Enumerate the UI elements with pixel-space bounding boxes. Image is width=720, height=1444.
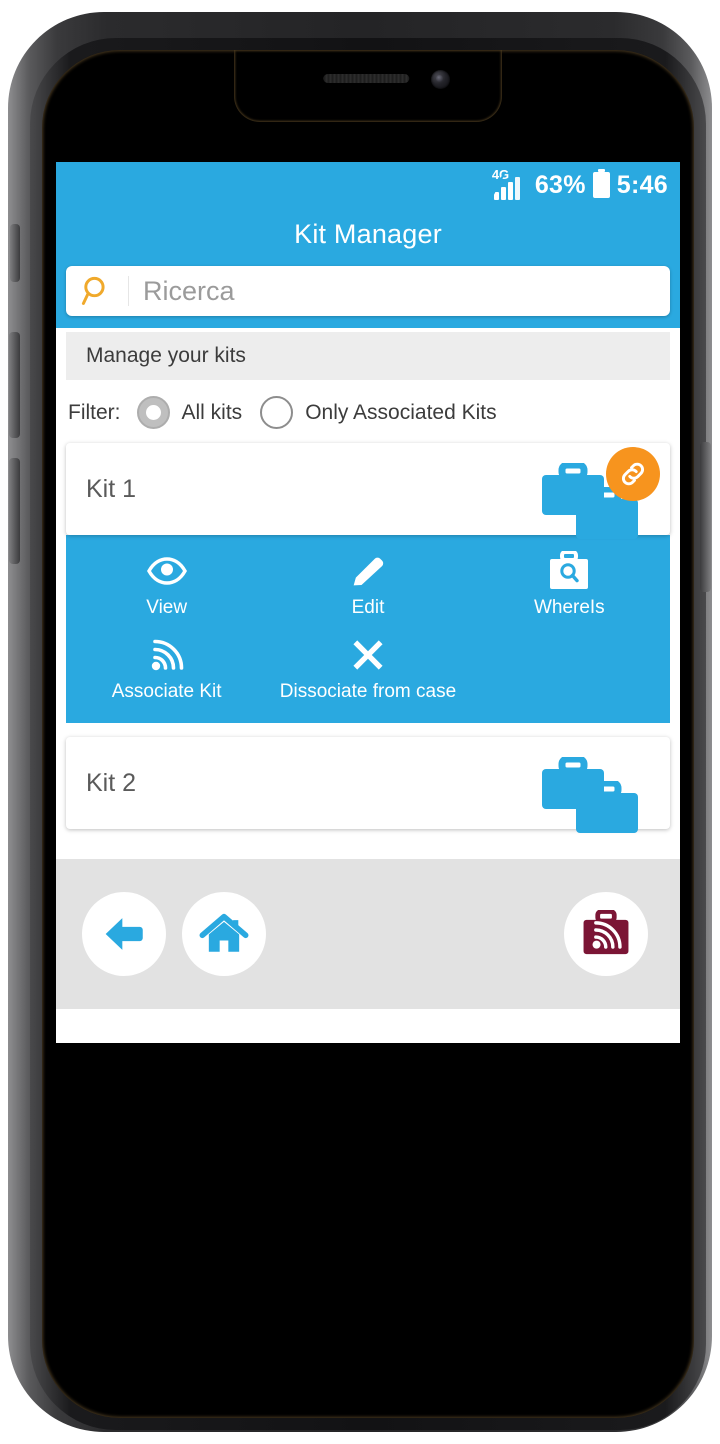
screen-top-black-area xyxy=(56,122,680,162)
phone-notch xyxy=(234,50,502,122)
radio-all-kits-label[interactable]: All kits xyxy=(182,401,243,425)
kit-actions-panel: View Edit WhereIs Associate Kit Dissocia… xyxy=(66,535,670,723)
front-camera-icon xyxy=(431,70,450,89)
battery-icon xyxy=(592,169,610,198)
action-view[interactable]: View xyxy=(66,549,267,619)
speaker-grille-icon xyxy=(323,74,410,83)
power-button[interactable] xyxy=(700,442,711,592)
back-button[interactable] xyxy=(82,892,166,976)
content-bottom-spacer xyxy=(56,829,680,859)
action-edit[interactable]: Edit xyxy=(267,549,468,619)
screenshot-root: 4G 63% 5:46 Kit Manager Ricerca Manage y… xyxy=(0,0,720,1444)
page-title: Kit Manager xyxy=(294,218,442,249)
kit-2-wrapper: Kit 2 xyxy=(56,723,680,833)
search-icon[interactable] xyxy=(66,274,128,308)
action-dissociate-from-case[interactable]: Dissociate from case xyxy=(267,633,468,703)
kit-1-wrapper: Kit 1 View Edit WhereIs Associate Kit Di… xyxy=(56,443,680,723)
bottom-nav-left-group xyxy=(82,892,266,976)
kit-card[interactable]: Kit 1 xyxy=(66,443,670,539)
action-associate-kit[interactable]: Associate Kit xyxy=(66,633,267,703)
briefcase-rfid-icon xyxy=(583,910,629,955)
volume-up-button[interactable] xyxy=(9,332,20,438)
home-button[interactable] xyxy=(182,892,266,976)
radio-all-kits[interactable] xyxy=(136,396,170,429)
volume-down-button[interactable] xyxy=(9,458,20,564)
action-view-label: View xyxy=(146,597,188,618)
action-edit-label: Edit xyxy=(351,597,385,618)
action-dissociate-label: Dissociate from case xyxy=(279,681,457,702)
briefcase-search-icon xyxy=(547,549,591,593)
action-associate-kit-label: Associate Kit xyxy=(111,681,222,702)
app-bar: Kit Manager xyxy=(56,208,680,260)
bottom-nav-right-group xyxy=(564,892,648,976)
action-whereis[interactable]: WhereIs xyxy=(469,549,670,619)
action-whereis-label: WhereIs xyxy=(533,597,605,618)
battery-percent-label: 63% xyxy=(534,170,586,199)
radio-only-associated-kits-label[interactable]: Only Associated Kits xyxy=(305,401,496,425)
screen-bottom-white-area xyxy=(56,1009,680,1043)
subtitle-band: Manage your kits xyxy=(66,332,670,380)
silent-switch-button[interactable] xyxy=(10,224,20,282)
signal-strength-icon: 4G xyxy=(490,167,528,200)
arrow-left-icon xyxy=(105,918,143,950)
kit-name-label: Kit 1 xyxy=(86,474,137,503)
link-icon xyxy=(621,462,645,486)
filter-row: Filter: All kits Only Associated Kits xyxy=(56,380,680,443)
search-box[interactable] xyxy=(66,266,670,316)
kit-actions-spacer xyxy=(469,633,670,703)
screen-bottom-black-area xyxy=(56,1043,680,1318)
phone-screen: 4G 63% 5:46 Kit Manager Ricerca Manage y… xyxy=(56,122,680,1318)
kit-bags-icon-group xyxy=(542,447,660,539)
link-badge[interactable] xyxy=(606,447,660,501)
filter-label: Filter: xyxy=(68,400,121,424)
kit-bags-icon-group xyxy=(542,751,652,833)
status-bar: 4G 63% 5:46 xyxy=(56,162,680,208)
search-input[interactable] xyxy=(129,275,670,307)
kit-card[interactable]: Kit 2 xyxy=(66,737,670,833)
phone-body: 4G 63% 5:46 Kit Manager Ricerca Manage y… xyxy=(42,50,694,1418)
kit-actions-row-2: Associate Kit Dissociate from case xyxy=(66,633,670,703)
radio-only-associated-kits[interactable] xyxy=(260,396,294,429)
rfid-scan-button[interactable] xyxy=(564,892,648,976)
briefcase-icon xyxy=(576,781,638,833)
kit-name-label: Kit 2 xyxy=(86,768,137,797)
close-x-icon xyxy=(349,633,387,677)
home-icon xyxy=(199,913,249,952)
kit-actions-row-1: View Edit WhereIs xyxy=(66,549,670,619)
clock-label: 5:46 xyxy=(616,170,668,199)
subtitle-label: Manage your kits xyxy=(86,344,246,367)
search-area xyxy=(56,260,680,328)
phone-frame-outer: 4G 63% 5:46 Kit Manager Ricerca Manage y… xyxy=(8,12,712,1432)
pencil-icon xyxy=(348,549,388,593)
bottom-nav-bar xyxy=(56,859,680,1009)
rfid-signal-icon xyxy=(147,633,187,677)
eye-icon xyxy=(146,549,188,593)
